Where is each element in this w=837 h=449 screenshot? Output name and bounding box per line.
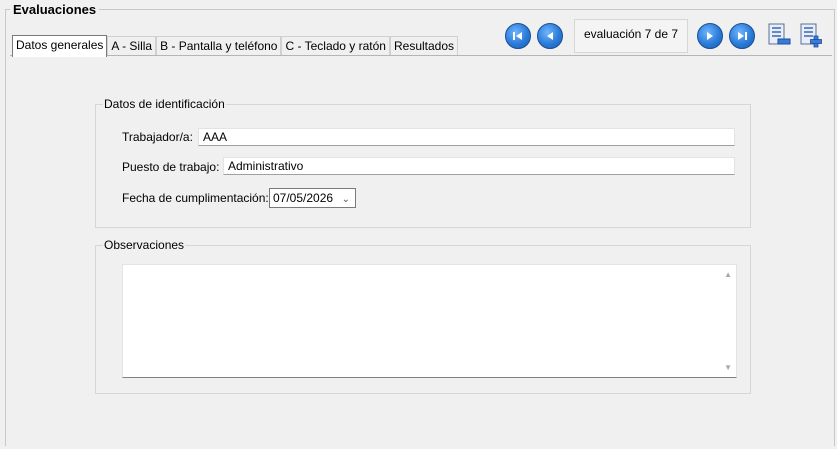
- skip-last-icon: [738, 32, 747, 40]
- date-picker[interactable]: 07/05/2026 ⌄: [269, 188, 356, 208]
- date-label: Fecha de cumplimentación:: [122, 191, 269, 205]
- previous-icon: [547, 32, 553, 40]
- observations-textarea[interactable]: ▲ ▼: [122, 264, 737, 378]
- chevron-down-icon: ⌄: [341, 194, 350, 205]
- worker-field[interactable]: AAA: [198, 128, 735, 146]
- observations-legend: Observaciones: [103, 238, 186, 252]
- delete-record-button[interactable]: [766, 22, 792, 48]
- last-record-button[interactable]: [729, 23, 755, 49]
- worker-label: Trabajador/a:: [122, 130, 193, 144]
- position-field[interactable]: Administrativo: [223, 157, 735, 175]
- scroll-up-icon[interactable]: ▲: [724, 270, 732, 279]
- tab-silla[interactable]: A - Silla: [107, 36, 157, 56]
- next-icon: [707, 32, 713, 40]
- next-record-button[interactable]: [697, 23, 723, 49]
- tab-strip: Datos generales A - Silla B - Pantalla y…: [12, 35, 459, 57]
- previous-record-button[interactable]: [537, 23, 563, 49]
- position-label: Puesto de trabajo:: [122, 160, 220, 174]
- tab-resultados[interactable]: Resultados: [389, 36, 459, 56]
- record-counter: evaluación 7 de 7: [574, 19, 688, 53]
- skip-first-icon: [513, 32, 522, 40]
- tab-datos-generales[interactable]: Datos generales: [12, 35, 108, 57]
- tab-teclado-raton[interactable]: C - Teclado y ratón: [281, 36, 390, 56]
- identification-legend: Datos de identificación: [103, 97, 226, 111]
- tab-pantalla-telefono[interactable]: B - Pantalla y teléfono: [156, 36, 282, 56]
- scroll-down-icon[interactable]: ▼: [724, 363, 732, 372]
- group-title: Evaluaciones: [10, 2, 100, 17]
- add-record-button[interactable]: [798, 22, 824, 48]
- first-record-button[interactable]: [505, 23, 531, 49]
- document-remove-icon: [768, 23, 791, 45]
- date-value: 07/05/2026: [273, 191, 334, 205]
- document-add-icon: [800, 23, 822, 48]
